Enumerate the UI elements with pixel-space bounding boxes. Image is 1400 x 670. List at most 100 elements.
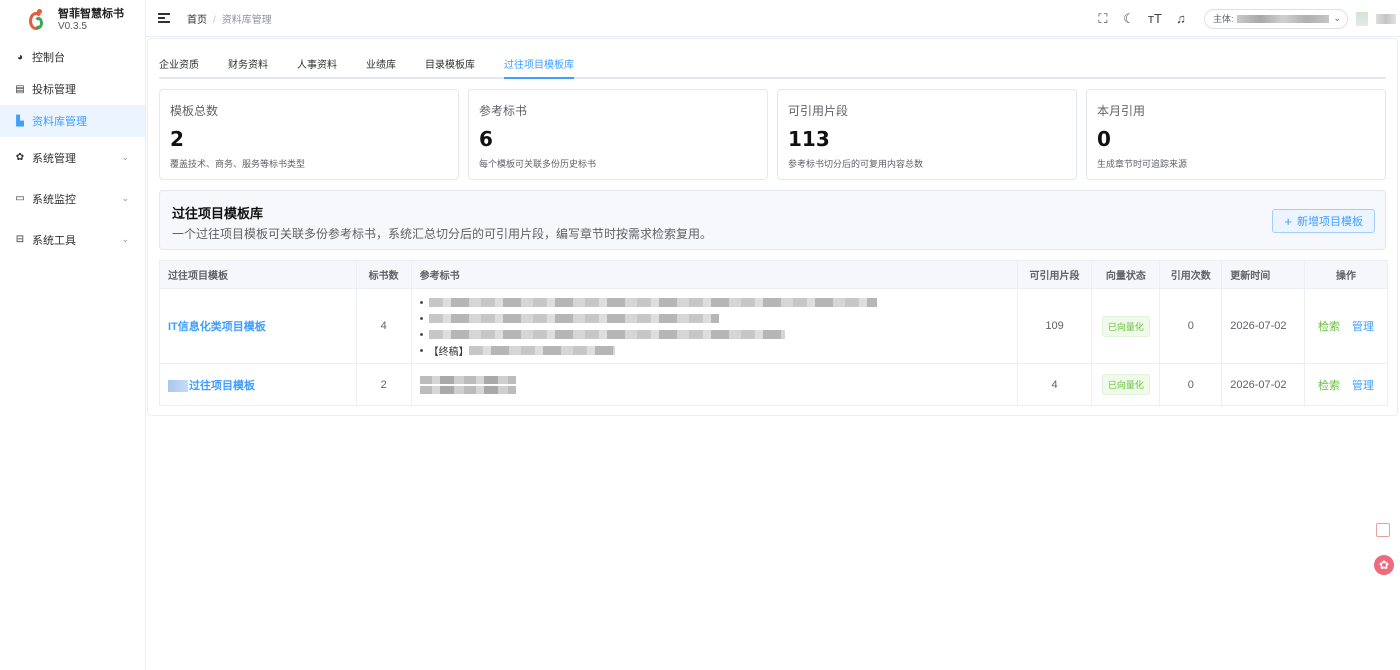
tab-qualification[interactable]: 企业资质 [159,56,199,77]
entity-value-redacted [1237,14,1330,23]
font-size-icon[interactable]: ᴛT [1148,11,1162,26]
gear-icon: ✿ [15,152,25,163]
add-template-label: 新增项目模板 [1297,216,1363,228]
stat-value: 2 [170,127,184,151]
column-header: 引用次数 [1160,261,1223,288]
stat-card-fragments: 可引用片段 113 参考标书切分后的可复用内容总数 [777,89,1077,180]
main-area: 首页 / 资料库管理 ⛶ ☾ ᴛT ♫ 主体: ⌄ 企业资质 财务资料 人事资料 [146,0,1400,670]
tab-finance[interactable]: 财务资料 [228,56,268,77]
stat-card-monthly-citations: 本月引用 0 生成章节时可追踪来源 [1086,89,1386,180]
table-row: 过往项目模板 2 4 已向量化 0 2026-07-02 检索 管理 [160,364,1387,405]
stat-value: 0 [1097,127,1111,151]
vector-status-cell: 已向量化 [1092,364,1161,405]
library-tabs: 企业资质 财务资料 人事资料 业绩库 目录模板库 过往项目模板库 [159,39,1386,79]
table-row: IT信息化类项目模板 4 【终稿】 109 已向量化 0 2026-07-02 … [160,289,1387,364]
moon-icon[interactable]: ☾ [1122,11,1136,27]
topbar: 首页 / 资料库管理 ⛶ ☾ ᴛT ♫ 主体: ⌄ [146,0,1400,37]
tab-past-project-template[interactable]: 过往项目模板库 [504,56,574,79]
sidebar-item-label: 系统监控 [32,193,76,206]
plus-icon: + [1284,213,1292,229]
bell-icon[interactable]: ♫ [1174,11,1188,26]
stat-label: 参考标书 [479,104,528,118]
toolbox-icon: ⊟ [15,234,25,245]
sidebar-item-label: 控制台 [32,52,65,64]
app-name: 智菲智慧标书 [58,7,124,20]
citations-cell: 0 [1160,364,1223,405]
stat-desc: 覆盖技术、商务、服务等标书类型 [170,159,306,169]
bid-count-cell: 2 [357,364,412,405]
sidebar-item-dashboard[interactable]: ◕ 控制台 [0,41,145,73]
breadcrumb-home[interactable]: 首页 [187,15,207,26]
templates-table: 过往项目模板 标书数 参考标书 可引用片段 向量状态 引用次数 更新时间 操作 … [159,260,1388,406]
list-item [419,294,877,310]
entity-select[interactable]: 主体: ⌄ [1203,8,1348,29]
sidebar-item-tools[interactable]: ⊟ 系统工具 ⌄ [0,219,145,260]
menu-toggle-icon[interactable] [158,11,170,25]
stat-label: 模板总数 [170,104,219,118]
column-header: 操作 [1305,261,1387,288]
column-header: 参考标书 [411,261,1018,288]
redacted-text [428,313,719,323]
column-header: 向量状态 [1092,261,1161,288]
chevron-down-icon: ⌄ [1333,13,1341,23]
stat-desc: 参考标书切分后的可复用内容总数 [788,159,924,169]
breadcrumb: 首页 / 资料库管理 [187,11,272,26]
list-item: 【终稿】 [419,342,877,358]
template-name-cell: 过往项目模板 [160,364,357,405]
search-action-link[interactable]: 检索 [1318,318,1340,334]
stat-card-reference-bids: 参考标书 6 每个模板可关联多份历史标书 [468,89,768,180]
sidebar-item-bids[interactable]: ▤ 投标管理 [0,73,145,105]
logo-icon [28,8,48,32]
redacted-text [419,385,516,394]
stat-desc: 生成章节时可追踪来源 [1097,159,1188,169]
updated-cell: 2026-07-02 [1222,289,1306,363]
avatar[interactable] [1356,11,1368,26]
assistant-icon[interactable]: ✿ [1374,555,1394,575]
manage-action-link[interactable]: 管理 [1352,377,1374,393]
tab-personnel[interactable]: 人事资料 [297,56,337,77]
add-template-button[interactable]: + 新增项目模板 [1272,209,1375,233]
breadcrumb-separator: / [213,14,216,26]
redacted-text [428,329,785,339]
section-subtitle: 一个过往项目模板可关联多份参考标书，系统汇总切分后的可引用片段，编写章节时按需求… [172,227,713,241]
status-badge: 已向量化 [1101,315,1150,337]
chevron-down-icon: ⌄ [121,234,129,244]
template-name-link[interactable]: IT信息化类项目模板 [168,318,266,334]
content-card: 企业资质 财务资料 人事资料 业绩库 目录模板库 过往项目模板库 模板总数 2 … [147,38,1398,416]
sidebar-menu: ◕ 控制台 ▤ 投标管理 ▙ 资料库管理 ✿ 系统管理 ⌄ ▭ 系统监控 ⌄ ⊟… [0,41,145,260]
entity-label: 主体: [1212,14,1234,24]
chevron-down-icon: ⌄ [121,152,129,162]
monitor-icon: ▭ [15,193,25,204]
sidebar-item-label: 投标管理 [32,84,76,96]
list-item [419,326,877,342]
app-version: V0.3.5 [58,20,87,32]
redacted-text [428,297,877,307]
sidebar-item-label: 资料库管理 [32,116,87,128]
final-draft-prefix: 【终稿】 [428,346,469,358]
template-name-cell: IT信息化类项目模板 [160,289,357,363]
stat-label: 本月引用 [1097,104,1146,118]
column-header: 过往项目模板 [160,261,357,288]
template-name-text: 过往项目模板 [189,379,255,392]
tab-catalog-template[interactable]: 目录模板库 [425,56,475,77]
column-header: 可引用片段 [1017,261,1093,288]
chevron-down-icon: ⌄ [121,193,129,203]
template-name-link[interactable]: 过往项目模板 [168,377,255,393]
sidebar-item-label: 系统工具 [32,234,76,247]
bid-count-cell: 4 [357,289,412,363]
sidebar-item-system[interactable]: ✿ 系统管理 ⌄ [0,137,145,178]
fullscreen-icon[interactable]: ⛶ [1096,11,1110,27]
citations-cell: 0 [1160,289,1223,363]
sidebar-item-library[interactable]: ▙ 资料库管理 [0,105,145,137]
redacted-text [419,375,516,384]
stat-value: 6 [479,127,493,151]
manage-action-link[interactable]: 管理 [1352,318,1374,334]
library-icon: ▙ [16,115,24,127]
qr-code-icon[interactable] [1376,523,1390,537]
reference-bid-list [419,374,516,396]
user-name-redacted[interactable] [1376,13,1396,24]
tab-performance[interactable]: 业绩库 [366,56,396,77]
sidebar-item-monitor[interactable]: ▭ 系统监控 ⌄ [0,178,145,219]
redacted-text [168,379,188,392]
search-action-link[interactable]: 检索 [1318,377,1340,393]
